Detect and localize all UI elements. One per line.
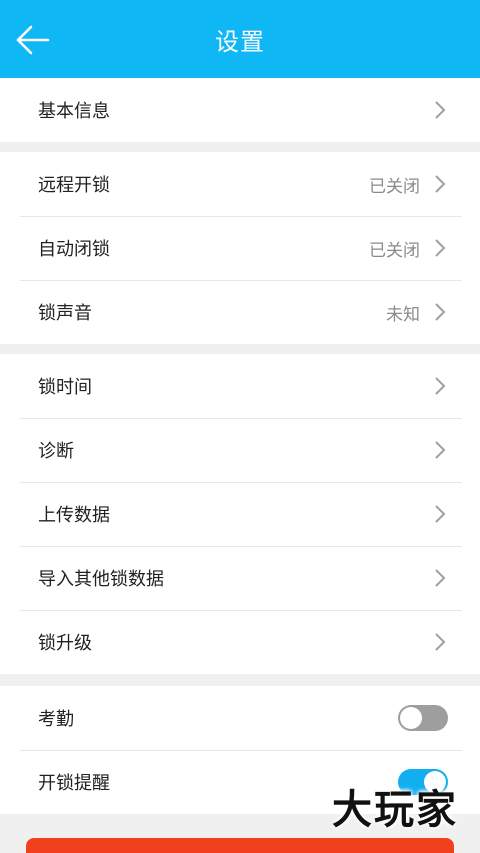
settings-group-basic: 基本信息 xyxy=(0,78,480,142)
row-lock-sound[interactable]: 锁声音 未知 xyxy=(0,280,480,344)
chevron-right-icon xyxy=(435,505,446,523)
settings-group-lock: 远程开锁 已关闭 自动闭锁 已关闭 锁声音 未知 xyxy=(0,152,480,344)
chevron-right-icon xyxy=(435,377,446,395)
row-value: 已关闭 xyxy=(369,240,420,261)
row-value: 已关闭 xyxy=(369,176,420,197)
row-label: 考勤 xyxy=(38,709,74,730)
back-arrow-icon[interactable] xyxy=(14,22,58,58)
row-upload-data[interactable]: 上传数据 xyxy=(0,482,480,546)
row-label: 锁时间 xyxy=(38,377,92,398)
watermark-logo: 大玩家 xyxy=(332,787,458,833)
app-header: 设置 xyxy=(0,0,480,78)
chevron-right-icon xyxy=(435,303,446,321)
chevron-right-icon xyxy=(435,441,446,459)
row-import-lock-data[interactable]: 导入其他锁数据 xyxy=(0,546,480,610)
row-label: 导入其他锁数据 xyxy=(38,569,164,590)
chevron-right-icon xyxy=(435,101,446,119)
row-diagnose[interactable]: 诊断 xyxy=(0,418,480,482)
toggle-knob xyxy=(400,707,422,729)
page-title: 设置 xyxy=(215,27,265,56)
row-remote-unlock[interactable]: 远程开锁 已关闭 xyxy=(0,152,480,216)
row-label: 诊断 xyxy=(38,441,74,462)
settings-group-tools: 锁时间 诊断 上传数据 导入其他锁数据 锁升级 xyxy=(0,354,480,674)
row-auto-lock[interactable]: 自动闭锁 已关闭 xyxy=(0,216,480,280)
chevron-right-icon xyxy=(435,175,446,193)
row-label: 上传数据 xyxy=(38,505,110,526)
chevron-right-icon xyxy=(435,239,446,257)
row-label: 远程开锁 xyxy=(38,175,110,196)
row-label: 自动闭锁 xyxy=(38,239,110,260)
row-lock-upgrade[interactable]: 锁升级 xyxy=(0,610,480,674)
row-attendance: 考勤 xyxy=(0,686,480,750)
row-label: 锁升级 xyxy=(38,633,92,654)
attendance-toggle[interactable] xyxy=(398,705,448,731)
row-label: 基本信息 xyxy=(38,101,110,122)
row-lock-time[interactable]: 锁时间 xyxy=(0,354,480,418)
chevron-right-icon xyxy=(435,633,446,651)
delete-lock-button[interactable] xyxy=(26,838,454,853)
row-basic-info[interactable]: 基本信息 xyxy=(0,78,480,142)
row-label: 锁声音 xyxy=(38,303,92,324)
chevron-right-icon xyxy=(435,569,446,587)
row-value: 未知 xyxy=(386,304,420,325)
